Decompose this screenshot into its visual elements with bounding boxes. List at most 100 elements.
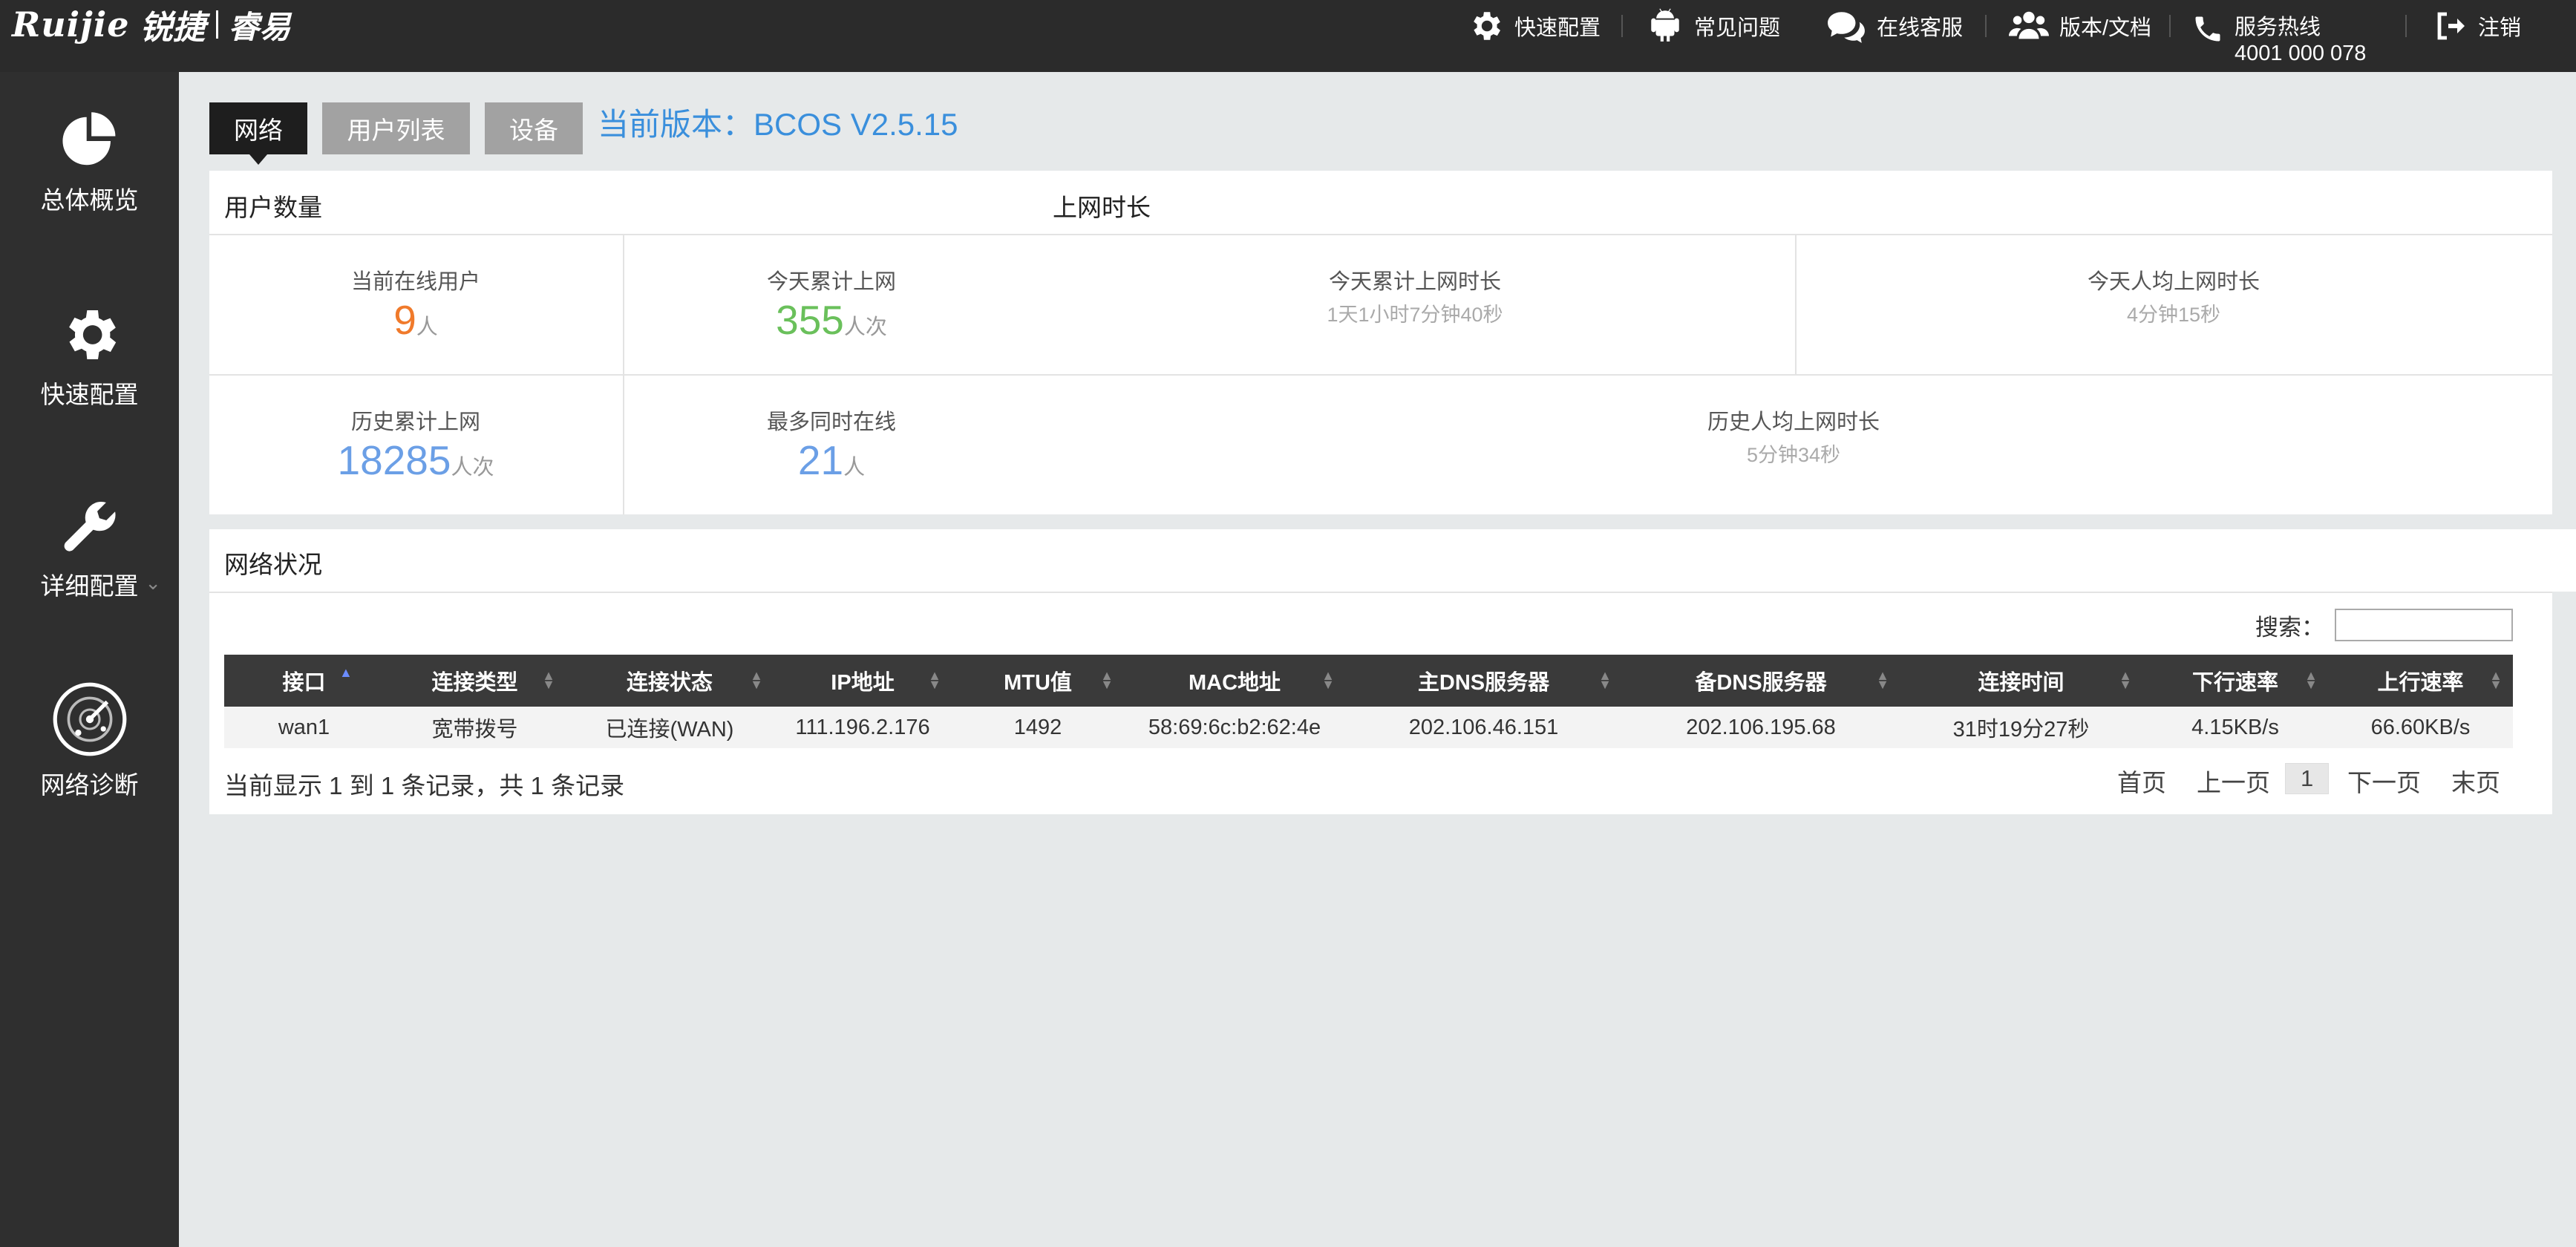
sidebar-item-overview-label: 总体概览 bbox=[40, 186, 139, 214]
column-header-mtu[interactable]: MTU值 ▲ ▼ bbox=[952, 655, 1124, 707]
phone-icon bbox=[2191, 12, 2224, 46]
topnav-docs-label: 版本/文档 bbox=[2059, 16, 2152, 40]
topnav-hotline-label: 服务热线 bbox=[2235, 15, 2321, 39]
users-icon bbox=[2009, 7, 2049, 45]
sidebar: 总体概览 快速配置 详细配置 ⌄ 网络诊断 bbox=[0, 72, 179, 1247]
divider bbox=[209, 374, 2552, 376]
sidebar-item-quick-config[interactable]: 快速配置 bbox=[0, 302, 179, 410]
table-cell: 4.15KB/s bbox=[2142, 707, 2328, 748]
column-header-upload-rate[interactable]: 上行速率 ▲ ▼ bbox=[2328, 655, 2513, 707]
tab-network[interactable]: 网络 bbox=[209, 102, 307, 165]
topnav-divider bbox=[2169, 0, 2171, 52]
divider bbox=[623, 234, 624, 514]
column-header-connection-time[interactable]: 连接时间 ▲ ▼ bbox=[1900, 655, 2142, 707]
sidebar-item-diagnostics[interactable]: 网络诊断 bbox=[0, 681, 179, 801]
table-cell: 202.106.195.68 bbox=[1622, 707, 1900, 748]
sort-icon: ▲ ▼ bbox=[1100, 668, 1114, 692]
network-status-table: 接口 ▲ 连接类型 ▲ ▼ 连接状态 ▲ ▼ IP地址 ▲ ▼ MTU值 ▲ ▼ MAC地址 ▲ ▼ … bbox=[224, 655, 2513, 748]
stat-unit: 人 bbox=[843, 456, 866, 480]
sidebar-item-diagnostics-label: 网络诊断 bbox=[40, 771, 139, 799]
topnav-online-support-label: 在线客服 bbox=[1877, 16, 1964, 40]
column-header-interface[interactable]: 接口 ▲ bbox=[224, 655, 384, 707]
topnav-faq[interactable]: 常见问题 bbox=[1647, 0, 1780, 52]
stat-value: 5分钟34秒 bbox=[1746, 444, 1841, 466]
topnav-online-support[interactable]: 在线客服 bbox=[1826, 0, 1963, 52]
pagination: 下一页 bbox=[2347, 763, 2421, 799]
sort-icon: ▲ ▼ bbox=[2304, 668, 2318, 692]
topnav-faq-label: 常见问题 bbox=[1694, 16, 1781, 40]
gear-icon bbox=[1467, 7, 1504, 45]
logo-brand-cn: 锐捷 bbox=[140, 10, 206, 46]
sort-icon: ▲ ▼ bbox=[928, 668, 941, 692]
column-header-download-rate[interactable]: 下行速率 ▲ ▼ bbox=[2142, 655, 2328, 707]
online-time-title: 上网时长 bbox=[1053, 194, 1151, 221]
stat-value: 21 bbox=[797, 437, 844, 483]
table-cell: 111.196.2.176 bbox=[774, 707, 952, 748]
pagination: 上一页 bbox=[2197, 763, 2270, 799]
users-count-title: 用户数量 bbox=[224, 194, 322, 221]
stat-today-avg-time: 今天人均上网时长 4分钟15秒 bbox=[1951, 264, 2396, 327]
table-cell: 已连接(WAN) bbox=[566, 707, 774, 748]
pager-first[interactable]: 首页 bbox=[2117, 763, 2166, 799]
column-header-primary-dns[interactable]: 主DNS服务器 ▲ ▼ bbox=[1345, 655, 1622, 707]
pagination: 末页 bbox=[2451, 763, 2500, 799]
gear-icon bbox=[0, 302, 179, 367]
tab-devices[interactable]: 设备 bbox=[485, 102, 583, 154]
logout-icon bbox=[2432, 8, 2468, 44]
tab-user-list[interactable]: 用户列表 bbox=[322, 102, 470, 154]
pie-chart-icon bbox=[0, 109, 179, 173]
table-cell: 58:69:6c:b2:62:4e bbox=[1124, 707, 1345, 748]
topnav-logout[interactable]: 注销 bbox=[2432, 0, 2521, 52]
pager-last[interactable]: 末页 bbox=[2451, 763, 2500, 799]
sidebar-item-advanced-config[interactable]: 详细配置 ⌄ bbox=[0, 495, 179, 602]
topnav-logout-label: 注销 bbox=[2478, 16, 2522, 40]
column-header-mac-address[interactable]: MAC地址 ▲ ▼ bbox=[1124, 655, 1345, 707]
column-header-secondary-dns[interactable]: 备DNS服务器 ▲ ▼ bbox=[1622, 655, 1900, 707]
chat-icon bbox=[1826, 7, 1866, 45]
stat-unit: 人次 bbox=[843, 315, 887, 339]
stat-online-users: 当前在线用户 9人 bbox=[252, 264, 579, 344]
logo-brand: Ruijie bbox=[12, 4, 130, 45]
stat-label: 历史累计上网 bbox=[350, 410, 480, 434]
topnav-hotline[interactable]: 服务热线 4001 000 078 bbox=[2191, 0, 2366, 72]
top-bar: Ruijie 锐捷 睿易 快速配置 常见问题 在线客服 版本/文档 服务热线 4… bbox=[0, 0, 2576, 72]
divider bbox=[209, 234, 2552, 235]
topnav-quick-config-label: 快速配置 bbox=[1514, 16, 1601, 40]
sort-icon: ▲ ▼ bbox=[750, 668, 763, 692]
column-header-connection-type[interactable]: 连接类型 ▲ ▼ bbox=[384, 655, 566, 707]
topnav-docs[interactable]: 版本/文档 bbox=[2009, 0, 2151, 52]
radar-icon bbox=[0, 681, 179, 758]
stat-today-total: 今天累计上网 355人次 bbox=[668, 264, 995, 344]
pagination: 首页 bbox=[2117, 763, 2166, 799]
wrench-icon bbox=[0, 495, 179, 559]
logo: Ruijie 锐捷 睿易 bbox=[12, 4, 291, 46]
table-cell: 202.106.46.151 bbox=[1345, 707, 1622, 748]
column-header-connection-status[interactable]: 连接状态 ▲ ▼ bbox=[566, 655, 774, 707]
pager-current-page[interactable]: 1 bbox=[2285, 763, 2330, 794]
stat-label: 今天累计上网时长 bbox=[1328, 270, 1501, 294]
stat-label: 历史人均上网时长 bbox=[1707, 410, 1880, 434]
network-status-title: 网络状况 bbox=[224, 551, 322, 578]
topnav-divider bbox=[2405, 0, 2407, 52]
stat-label: 今天累计上网 bbox=[766, 270, 896, 294]
stat-value: 1天1小时7分钟40秒 bbox=[1327, 304, 1503, 326]
sidebar-item-overview[interactable]: 总体概览 bbox=[0, 109, 179, 216]
stat-label: 今天人均上网时长 bbox=[2087, 270, 2260, 294]
stat-label: 当前在线用户 bbox=[350, 270, 480, 294]
table-row[interactable]: wan1 宽带拨号 已连接(WAN) 111.196.2.176 1492 58… bbox=[224, 707, 2513, 748]
logo-separator bbox=[215, 10, 218, 39]
pager-next[interactable]: 下一页 bbox=[2347, 763, 2421, 799]
network-status-header bbox=[209, 529, 2576, 592]
pager-prev[interactable]: 上一页 bbox=[2197, 763, 2270, 799]
search-input[interactable] bbox=[2335, 609, 2513, 641]
column-header-ip-address[interactable]: IP地址 ▲ ▼ bbox=[774, 655, 952, 707]
sort-icon: ▲ ▼ bbox=[2119, 668, 2132, 692]
table-cell: 1492 bbox=[952, 707, 1124, 748]
sort-icon: ▲ ▼ bbox=[2489, 668, 2503, 692]
logo-sub: 睿易 bbox=[228, 9, 291, 45]
table-cell: 宽带拨号 bbox=[384, 707, 566, 748]
stat-today-total-time: 今天累计上网时长 1天1小时7分钟40秒 bbox=[1192, 264, 1638, 327]
stat-value: 4分钟15秒 bbox=[2126, 304, 2221, 326]
stat-label: 最多同时在线 bbox=[766, 410, 896, 434]
topnav-quick-config[interactable]: 快速配置 bbox=[1467, 0, 1601, 52]
